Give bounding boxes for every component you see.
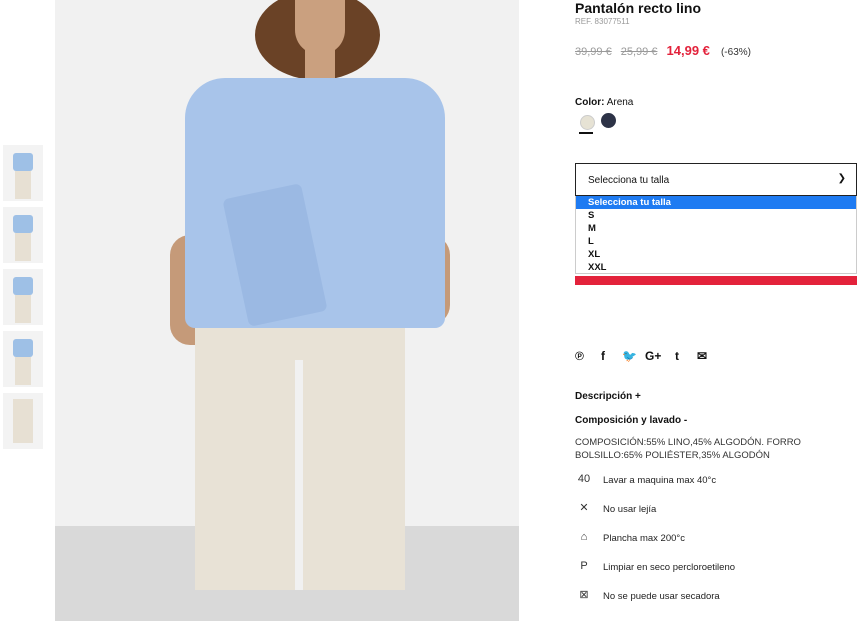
old-price-2: 25,99 € <box>620 46 658 58</box>
size-select[interactable]: Selecciona tu talla ❯ <box>575 163 857 196</box>
color-swatch-arena[interactable] <box>580 115 595 130</box>
google-plus-icon[interactable]: G+ <box>645 349 661 363</box>
iron-icon: ⌂ <box>580 531 588 543</box>
size-dropdown: Selecciona tu talla S M L XL XXL <box>575 196 857 274</box>
care-row-dryclean: P Limpiar en seco percloroetileno <box>575 559 857 577</box>
size-option-xl[interactable]: XL <box>576 248 856 261</box>
sale-price: 14,99 € <box>666 43 710 58</box>
add-to-cart-button[interactable] <box>575 276 857 285</box>
care-row-bleach: ✕ No usar lejía <box>575 501 857 519</box>
size-select-label: Selecciona tu talla <box>588 175 670 186</box>
care-text-dryclean: Limpiar en seco percloroetileno <box>603 562 736 573</box>
dry-clean-p-icon: P <box>580 560 588 572</box>
facebook-icon[interactable]: f <box>601 349 605 363</box>
composition-text: COMPOSICIÓN:55% LINO,45% ALGODÓN. FORRO … <box>575 437 801 461</box>
thumbnail-4[interactable] <box>3 331 43 387</box>
care-row-wash: 40 Lavar a maquina max 40°c <box>575 472 857 490</box>
care-text-iron: Plancha max 200°c <box>603 533 685 544</box>
color-swatch-navy[interactable] <box>601 113 616 128</box>
thumbnail-5[interactable] <box>3 393 43 449</box>
price-row: 39,99 € 25,99 € 14,99 € (-63%) <box>575 43 751 58</box>
description-toggle[interactable]: Descripción + <box>575 391 641 402</box>
size-option-s[interactable]: S <box>576 209 856 222</box>
old-price-1: 39,99 € <box>575 46 612 58</box>
care-row-iron: ⌂ Plancha max 200°c <box>575 530 857 548</box>
product-ref: REF. 83077511 <box>575 17 630 26</box>
discount-badge: (-63%) <box>720 47 751 58</box>
color-value: Arena <box>606 97 634 108</box>
twitter-icon[interactable]: 🐦 <box>622 349 637 363</box>
care-row-dryer: ⊠ No se puede usar secadora <box>575 588 857 606</box>
pinterest-icon[interactable]: ℗ <box>575 349 584 363</box>
size-option-placeholder[interactable]: Selecciona tu talla <box>576 196 856 209</box>
product-title: Pantalón recto lino <box>575 0 702 16</box>
size-option-l[interactable]: L <box>576 235 856 248</box>
thumbnail-3[interactable] <box>3 269 43 325</box>
no-bleach-icon: ✕ <box>579 502 589 514</box>
care-text-bleach: No usar lejía <box>603 504 657 515</box>
email-icon[interactable]: ✉ <box>697 349 707 363</box>
color-label: Color: <box>575 97 605 108</box>
size-option-xxl[interactable]: XXL <box>576 261 856 274</box>
size-option-m[interactable]: M <box>576 222 856 235</box>
thumbnail-list <box>3 145 43 455</box>
care-text-dryer: No se puede usar secadora <box>603 591 720 602</box>
care-text-wash: Lavar a maquina max 40°c <box>603 475 717 486</box>
product-main-image[interactable] <box>55 0 519 621</box>
thumbnail-1[interactable] <box>3 145 43 201</box>
thumbnail-2[interactable] <box>3 207 43 263</box>
selected-swatch-indicator <box>579 132 593 134</box>
no-tumble-dry-icon: ⊠ <box>579 589 589 601</box>
tumblr-icon[interactable]: t <box>675 349 679 363</box>
chevron-down-icon: ❯ <box>837 173 846 184</box>
color-label-row: Color: Arena <box>575 97 633 108</box>
composition-toggle[interactable]: Composición y lavado - <box>575 415 687 426</box>
wash-40-icon: 40 <box>577 473 591 485</box>
